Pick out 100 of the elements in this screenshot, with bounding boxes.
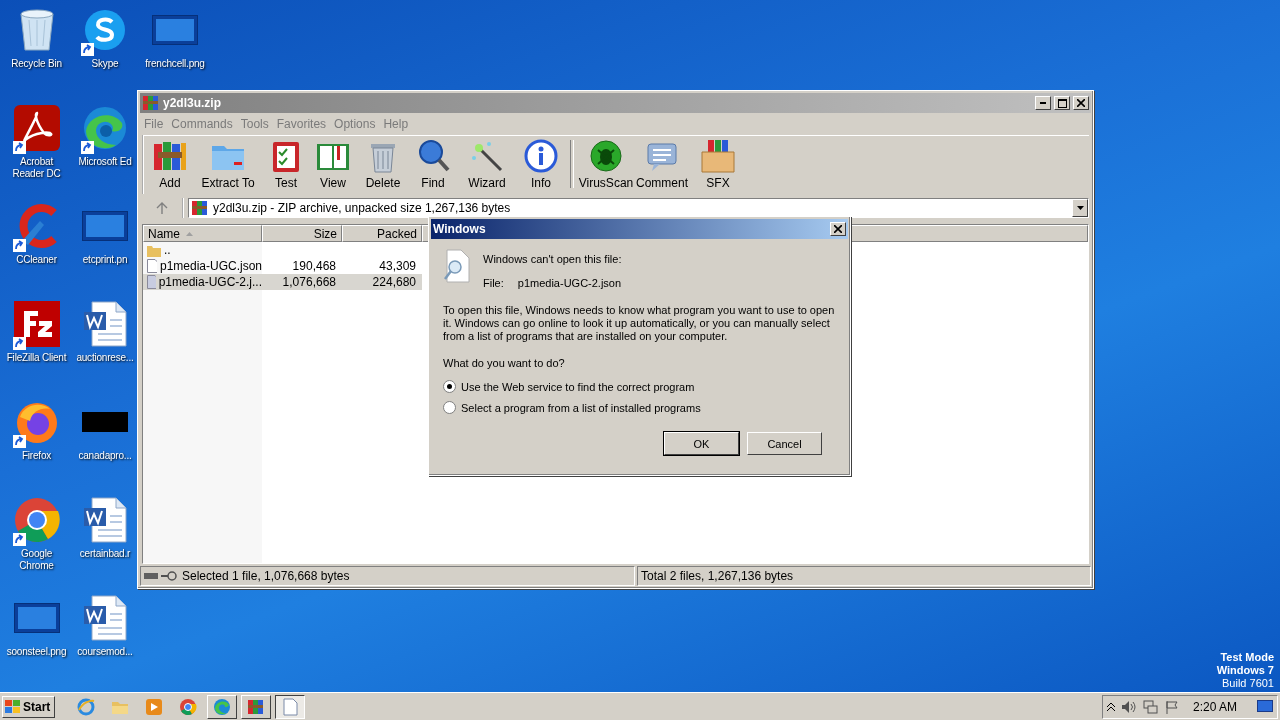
file-row[interactable]: p1media-UGC-2.j... 1,076,668 224,680 [143,274,422,290]
path-field[interactable]: y2dl3u.zip - ZIP archive, unpacked size 1,267,136 bytes [188,198,1089,218]
explanation-text: To open this file, Windows needs to know what program you want to use to open it. Windows can go online to look it up automatically, or you can manually select from a list of programs that are installed on your computer. [443,304,836,343]
dialog-title: Windows [433,222,487,236]
system-notice-text: Build 7601 [1222,677,1274,690]
desktop-icon-label[interactable]: coursemod... [77,646,133,658]
chrome-icon [179,697,198,716]
image-thumbnail-icon [13,603,60,633]
system-notice-text: Test Mode [1220,651,1274,664]
desktop-icon-label[interactable]: Microsoft Ed [78,156,132,168]
file-icon [147,259,157,273]
file-row[interactable]: .. [143,242,422,258]
filezilla-icon [13,301,60,347]
dialog-button[interactable]: Cancel [747,432,822,455]
chrome-icon [13,497,60,543]
column-header[interactable]: Packed [342,225,422,242]
box-icon [700,138,736,174]
dropdown-button[interactable] [1072,199,1088,217]
file-icon [147,275,156,289]
size-cell-text: 1,076,668 [281,275,337,289]
desktop-icon-label[interactable]: auctionrese... [76,352,134,364]
edge-icon [213,697,232,716]
option-label: Select a program from a list of installed programs [461,401,701,414]
desktop-icon-label[interactable]: Google Chrome [5,548,68,572]
toolbar-button[interactable]: Wizard [458,138,516,194]
bug-icon [588,138,624,174]
size-cell-text: 190,468 [291,259,337,273]
word-document-icon [82,496,128,544]
dialog-heading: Windows can't open this file: [483,253,622,266]
toolbar-button[interactable]: Find [408,138,458,194]
desktop-icon-label[interactable]: FileZilla Client [6,352,67,364]
clock[interactable]: 2:20 AM [1192,699,1237,714]
window-title: y2dl3u.zip [163,96,222,110]
toolbar-button[interactable]: Comment [634,138,690,194]
pdf-reader-icon [13,105,60,151]
show-desktop-icon[interactable] [1257,699,1273,714]
radio-button[interactable] [443,380,456,393]
minimize-button[interactable] [1035,96,1051,110]
toolbar-button[interactable]: SFX [690,138,746,194]
word-document-icon [82,300,128,348]
toolbar-button[interactable]: VirusScan [578,138,634,194]
maximize-button[interactable] [1054,96,1070,110]
media-player-icon [145,697,164,716]
close-button[interactable] [830,222,846,236]
desktop-icon-label[interactable]: canadapro... [78,450,132,462]
toolbar-button[interactable]: Add [148,138,192,194]
caret-icon [1076,206,1084,210]
system-notice-text: Windows 7 [1216,664,1274,677]
drive-key-icon [144,571,178,581]
toolbar-button[interactable]: Extract To [192,138,264,194]
books-icon [191,199,209,217]
desktop-icon-label[interactable]: CCleaner [16,254,57,266]
desktop-icon-label[interactable]: Firefox [21,450,52,462]
minimize-icon [1040,102,1046,104]
network-icon[interactable] [1142,699,1159,714]
skype-icon [83,8,127,52]
file-name: p1media-UGC.json [159,259,262,273]
column-header[interactable]: Name [143,225,262,242]
packed-cell-text: 224,680 [371,275,417,289]
dialog-button[interactable]: OK [664,432,739,455]
internet-explorer-icon [77,697,96,716]
desktop-icon-label[interactable]: etcprint.pn [82,254,128,266]
radio-button[interactable] [443,401,456,414]
desktop-icon-label[interactable]: Acrobat Reader DC [5,156,68,180]
document-search-icon [443,249,471,283]
packed-cell-text: 43,309 [378,259,417,273]
column-header[interactable]: Size [262,225,342,242]
desktop-icon-label[interactable]: certainbad.r [79,548,131,560]
start-button[interactable]: Start [2,695,56,718]
flag-icon[interactable] [1164,699,1179,714]
image-thumbnail-icon [82,211,128,241]
windows-logo-icon [5,699,21,714]
file-row[interactable]: p1media-UGC.json 190,468 43,309 [143,258,422,274]
toolbar-button[interactable]: Delete [358,138,408,194]
file-name: p1media-UGC-2.json [517,277,622,290]
close-button[interactable] [1073,96,1089,110]
document-icon [282,697,299,716]
books-icon [247,697,266,716]
sort-arrow-icon [186,231,193,236]
toolbar-button[interactable]: View [308,138,358,194]
word-document-icon [82,594,128,642]
maximize-icon [1057,98,1067,108]
desktop-icon-label[interactable]: Recycle Bin [11,58,62,70]
question-text: What do you want to do? [443,357,566,370]
books-icon [142,94,160,112]
speaker-icon[interactable] [1120,699,1137,714]
file-name: p1media-UGC-2.j... [158,275,262,289]
desktop-icon-label[interactable]: Skype [91,58,119,70]
taskbar-button[interactable] [275,694,306,719]
chevron-up-icon[interactable] [1106,701,1115,712]
desktop-icon-label[interactable]: frenchcell.png [145,58,205,70]
file-name: .. [164,243,171,257]
toolbar-button[interactable]: Test [264,138,308,194]
close-icon [834,225,842,233]
status-text: Total 2 files, 1,267,136 bytes [641,569,794,583]
option-label: Use the Web service to find the correct program [461,380,695,393]
desktop-icon-label[interactable]: soonsteel.png [6,646,67,658]
file-label: File: [483,277,504,290]
up-arrow-icon [156,202,168,214]
toolbar-button[interactable]: Info [516,138,566,194]
